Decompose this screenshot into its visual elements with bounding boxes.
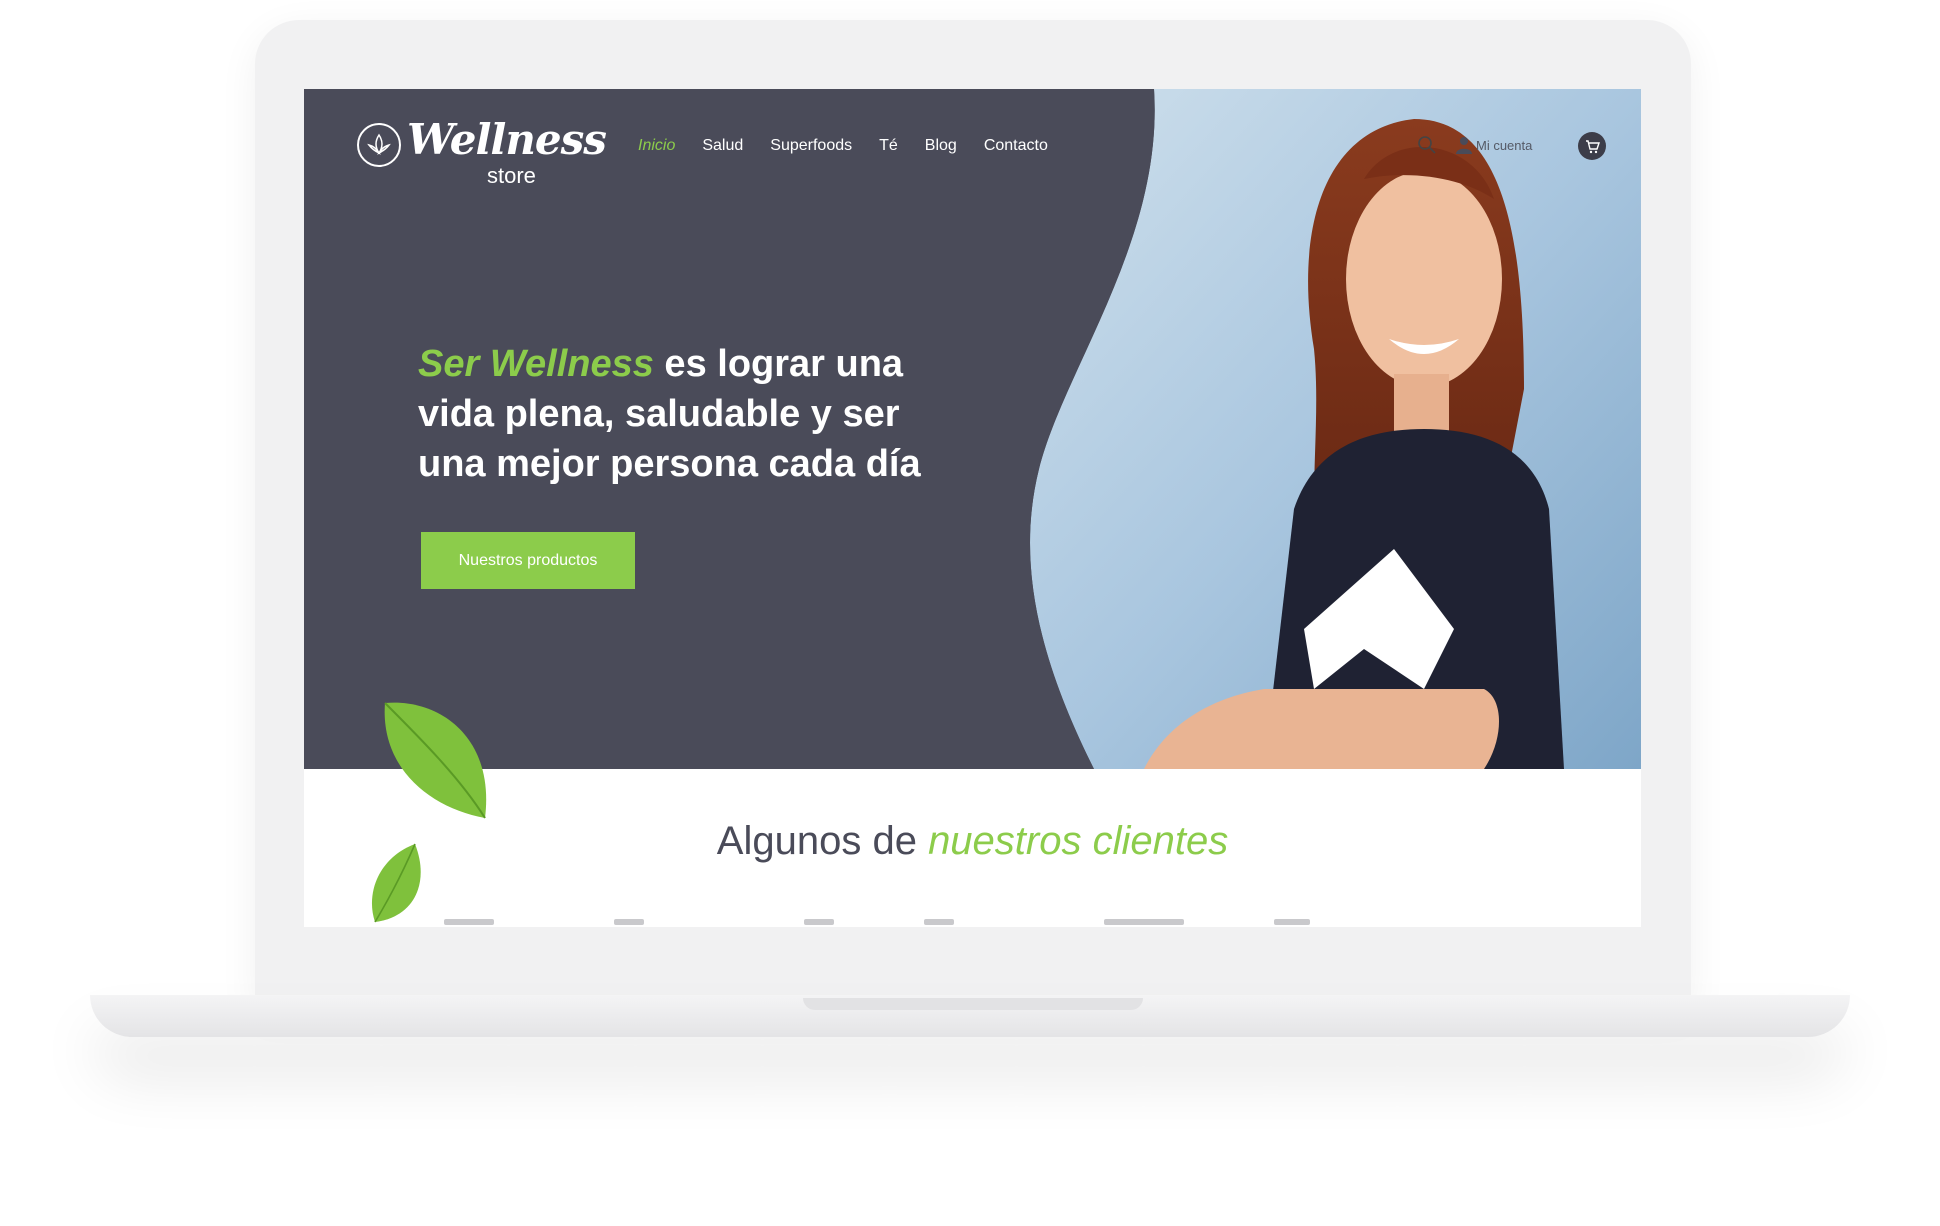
main-nav: Inicio Salud Superfoods Té Blog Contacto [638, 137, 1075, 155]
leaf-small-icon [371, 843, 421, 923]
leaf-large-icon [384, 702, 487, 819]
products-button[interactable]: Nuestros productos [421, 532, 635, 589]
brand-name: Wellness [407, 115, 607, 164]
client-logos-row [444, 919, 1504, 927]
nav-item-superfoods[interactable]: Superfoods [770, 137, 852, 155]
clients-title-plain: Algunos de [716, 819, 929, 863]
nav-item-contacto[interactable]: Contacto [984, 137, 1048, 155]
client-logo [804, 919, 834, 925]
client-logo [1104, 919, 1184, 925]
laptop-notch [803, 998, 1143, 1010]
nav-item-te[interactable]: Té [879, 137, 898, 155]
clients-title: Algunos de nuestros clientes [304, 819, 1641, 864]
nav-item-blog[interactable]: Blog [925, 137, 957, 155]
brand-subtitle: store [487, 163, 536, 188]
account-link[interactable]: Mi cuenta [1456, 136, 1532, 154]
website-screen: Wellness store Inicio Salud Superfoods T… [304, 89, 1641, 927]
hero-section: Wellness store Inicio Salud Superfoods T… [304, 89, 1641, 769]
client-logo [1274, 919, 1310, 925]
brand-logo[interactable]: Wellness store [357, 111, 607, 191]
nav-item-salud[interactable]: Salud [702, 137, 743, 155]
client-logo [924, 919, 954, 925]
client-logo [614, 919, 644, 925]
nav-item-inicio[interactable]: Inicio [638, 137, 675, 155]
search-icon[interactable] [1416, 134, 1438, 156]
clients-title-accent: nuestros clientes [928, 819, 1229, 863]
cart-icon[interactable] [1578, 132, 1606, 160]
account-label: Mi cuenta [1476, 137, 1533, 153]
user-icon [1456, 137, 1472, 154]
hero-headline: Ser Wellness es lograr una vida plena, s… [418, 339, 938, 489]
client-logo [444, 919, 494, 925]
headline-accent: Ser Wellness [418, 343, 654, 385]
lotus-icon [357, 123, 401, 167]
